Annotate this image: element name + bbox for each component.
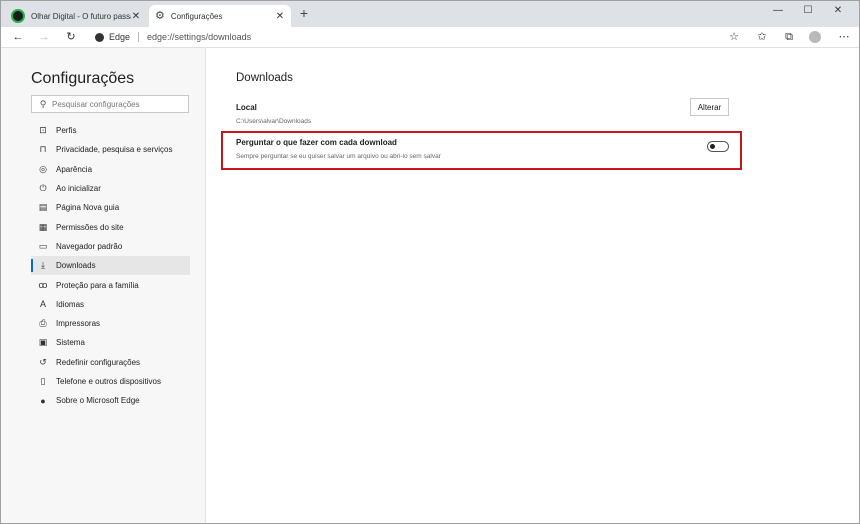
- profile-icon: ⊡: [39, 125, 47, 136]
- sidebar-item-downloads[interactable]: ⤓ Downloads: [31, 256, 190, 276]
- tab-configuracoes[interactable]: ⚙ Configurações ✕: [149, 5, 291, 27]
- ask-download-setting-highlight: Perguntar o que fazer com cada download …: [221, 131, 742, 170]
- new-tab-page-icon: ▤: [38, 202, 48, 213]
- address-brand: Edge: [109, 32, 131, 42]
- lock-icon: ⊓: [39, 144, 47, 155]
- sidebar-item-idiomas[interactable]: A Idiomas: [31, 295, 190, 314]
- reload-button[interactable]: ↻: [62, 27, 80, 47]
- location-path: C:\Users\alvar\Downloads: [236, 118, 312, 125]
- palette-icon: ◎: [39, 163, 47, 174]
- settings-search[interactable]: ⚲: [31, 95, 189, 113]
- ask-download-description: Sempre perguntar se eu quiser salvar um …: [236, 153, 441, 160]
- browser-icon: ▭: [38, 240, 48, 251]
- close-window-button[interactable]: ✕: [821, 1, 855, 21]
- phone-icon: ▯: [40, 376, 46, 386]
- sidebar-item-label: Privacidade, pesquisa e serviços: [56, 145, 173, 155]
- settings-nav: ⊡ Perfis ⊓ Privacidade, pesquisa e serviço…: [31, 121, 190, 410]
- sidebar-item-pagina-nova-guia[interactable]: ▤ Página Nova guia: [31, 198, 190, 217]
- sidebar-item-ao-inicializar[interactable]: ⏻ Ao inicializar: [31, 179, 190, 198]
- gear-icon: ⚙: [155, 10, 165, 22]
- sidebar-item-label: Navegador padrão: [56, 241, 123, 251]
- sidebar-item-aparencia[interactable]: ◎ Aparência: [31, 160, 190, 179]
- sidebar-item-label: Downloads: [56, 261, 96, 271]
- sidebar-item-label: Idiomas: [56, 299, 85, 309]
- back-button[interactable]: ←: [9, 27, 27, 47]
- sidebar-item-label: Aparência: [56, 164, 93, 174]
- search-icon: ⚲: [39, 98, 47, 109]
- browser-window: Olhar Digital - O futuro passa p ✕ ⚙ Con…: [0, 0, 860, 524]
- download-icon: ⤓: [41, 260, 45, 271]
- settings-sidebar: Configurações ⚲ ⊡ Perfis ⊓ Privacidade, pe…: [1, 48, 206, 523]
- maximize-button[interactable]: ☐: [791, 1, 825, 21]
- sidebar-item-privacidade[interactable]: ⊓ Privacidade, pesquisa e serviços: [31, 140, 190, 159]
- sidebar-item-telefone[interactable]: ▯ Telefone e outros dispositivos: [31, 372, 190, 391]
- sidebar-item-impressoras[interactable]: ⎙ Impressoras: [31, 314, 190, 333]
- toggle-knob: [710, 144, 715, 149]
- sidebar-item-label: Telefone e outros dispositivos: [56, 377, 161, 386]
- close-tab-icon[interactable]: ✕: [275, 11, 285, 22]
- edge-logo-icon: ●: [40, 395, 46, 406]
- collections-icon[interactable]: ⧉: [780, 27, 798, 47]
- address-bar[interactable]: Edge edge://settings/downloads: [91, 29, 751, 45]
- family-icon: ꝏ: [38, 279, 48, 290]
- location-label: Local: [236, 103, 257, 112]
- power-icon: ⏻: [39, 183, 47, 194]
- profile-avatar[interactable]: [809, 31, 821, 43]
- browser-toolbar: ← → ↻ Edge edge://settings/downloads ☆ ✩…: [1, 27, 859, 48]
- forward-button[interactable]: →: [35, 27, 53, 47]
- tab-olhar-digital[interactable]: Olhar Digital - O futuro passa p ✕: [5, 5, 147, 27]
- address-url[interactable]: edge://settings/downloads: [147, 32, 251, 42]
- favorites-icon[interactable]: ✩: [753, 27, 771, 47]
- olhar-digital-favicon-icon: [11, 9, 25, 23]
- close-tab-icon[interactable]: ✕: [131, 11, 141, 22]
- sidebar-item-label: Perfis: [56, 126, 77, 136]
- tab-strip: Olhar Digital - O futuro passa p ✕ ⚙ Con…: [1, 1, 859, 27]
- sidebar-item-label: Página Nova guia: [56, 203, 120, 213]
- sidebar-item-label: Permissões do site: [56, 222, 124, 232]
- address-divider: [138, 32, 140, 42]
- sidebar-item-sobre[interactable]: ● Sobre o Microsoft Edge: [31, 391, 190, 410]
- more-options-icon[interactable]: ⋯: [835, 27, 853, 47]
- sidebar-item-label: Sobre o Microsoft Edge: [56, 396, 140, 406]
- sidebar-item-label: Proteção para a família: [56, 280, 139, 290]
- page-title: Downloads: [236, 72, 293, 84]
- settings-content: Downloads Local C:\Users\alvar\Downloads…: [206, 48, 859, 523]
- language-icon: A: [39, 299, 46, 310]
- sidebar-item-protecao-familia[interactable]: ꝏ Proteção para a família: [31, 275, 190, 294]
- add-favorite-star-icon[interactable]: ☆: [725, 27, 743, 47]
- sidebar-item-label: Redefinir configurações: [56, 357, 141, 367]
- sidebar-item-label: Sistema: [56, 338, 85, 348]
- tab-title: Olhar Digital - O futuro passa p: [31, 11, 131, 21]
- minimize-button[interactable]: —: [761, 1, 795, 21]
- printer-icon: ⎙: [39, 318, 47, 329]
- sidebar-item-navegador-padrao[interactable]: ▭ Navegador padrão: [31, 237, 190, 256]
- ask-download-toggle[interactable]: [707, 141, 729, 152]
- sidebar-item-label: Impressoras: [56, 319, 101, 329]
- sidebar-item-label: Ao inicializar: [56, 184, 101, 194]
- sidebar-item-perfis[interactable]: ⊡ Perfis: [31, 121, 190, 140]
- sidebar-item-redefinir[interactable]: ↺ Redefinir configurações: [31, 353, 190, 372]
- search-input[interactable]: [50, 99, 182, 109]
- system-icon: ▣: [38, 337, 48, 348]
- tab-title: Configurações: [170, 11, 223, 21]
- ask-download-title: Perguntar o que fazer com cada download: [236, 138, 397, 147]
- site-permissions-icon: ▦: [38, 221, 48, 232]
- sidebar-item-sistema[interactable]: ▣ Sistema: [31, 333, 190, 352]
- sidebar-title: Configurações: [31, 70, 135, 87]
- new-tab-button[interactable]: +: [297, 6, 311, 20]
- reset-icon: ↺: [39, 356, 47, 367]
- edge-logo-icon: [95, 32, 104, 42]
- sidebar-item-permissoes[interactable]: ▦ Permissões do site: [31, 217, 190, 236]
- change-location-button[interactable]: Alterar: [690, 98, 729, 116]
